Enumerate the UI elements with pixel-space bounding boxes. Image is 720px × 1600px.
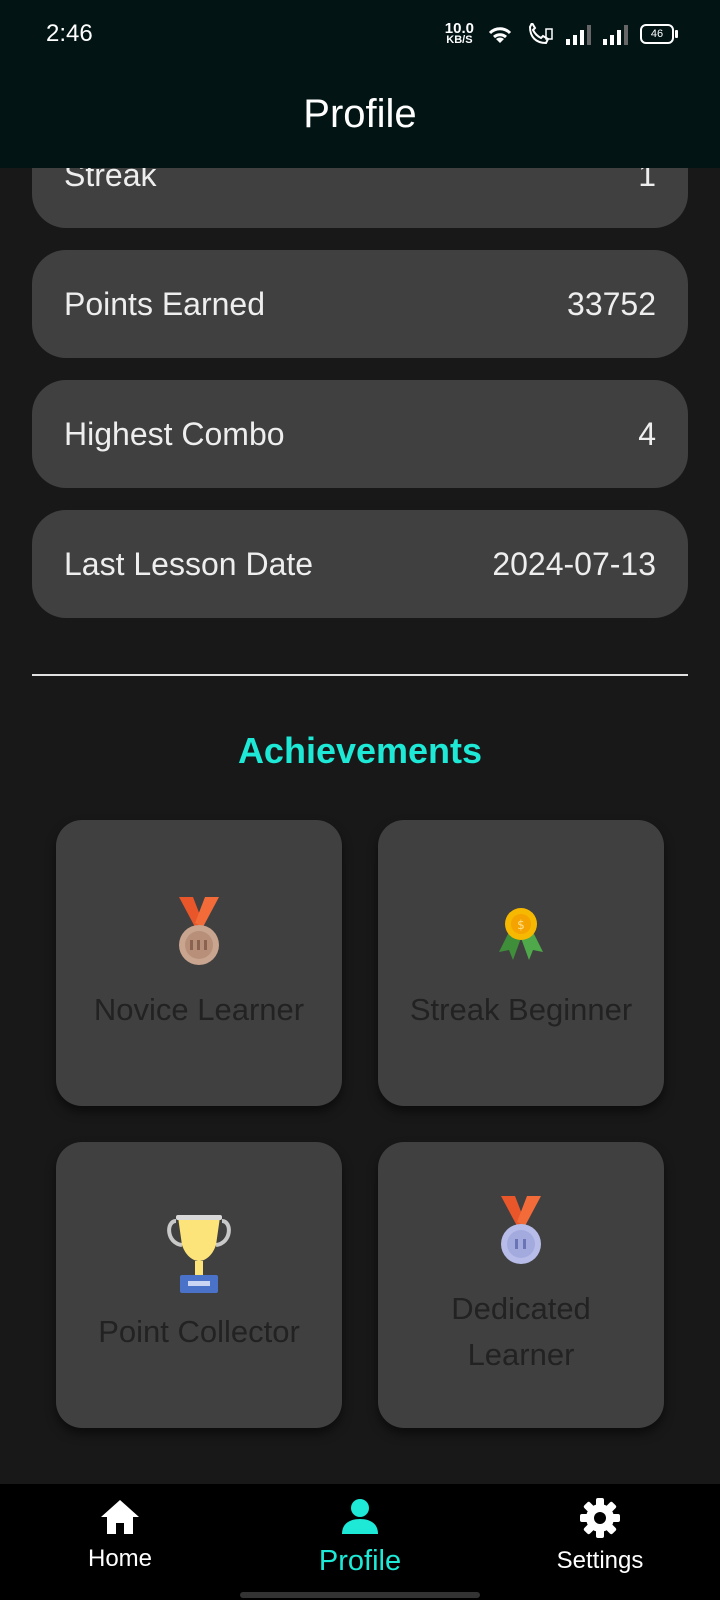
stat-value: 33752	[567, 285, 656, 322]
gold-rosette-icon: $	[481, 893, 561, 973]
stat-value: 4	[638, 415, 656, 452]
home-indicator[interactable]	[240, 1592, 480, 1598]
achievement-label: Streak Beginner	[409, 992, 633, 1027]
stat-label: Highest Combo	[64, 415, 285, 452]
trophy-icon	[159, 1215, 239, 1295]
signal-icon-sim2	[603, 23, 628, 45]
home-icon	[101, 1500, 139, 1534]
bottom-nav: Home Profile Settings	[0, 1484, 720, 1600]
status-bar: 2:46 10.0 KB/S 46	[0, 0, 720, 70]
gear-icon	[580, 1498, 620, 1538]
page-title: Profile	[303, 92, 417, 136]
stat-card-points-earned: Points Earned 33752	[32, 250, 688, 358]
nav-profile[interactable]: Profile	[260, 1498, 460, 1578]
achievement-card-novice-learner[interactable]: Novice Learner	[56, 820, 342, 1106]
net-speed: 10.0 KB/S	[444, 20, 474, 46]
nav-label: Profile	[318, 1545, 402, 1577]
nav-settings[interactable]: Settings	[500, 1498, 700, 1575]
battery-icon: 46	[640, 24, 678, 44]
stat-label: Last Lesson Date	[64, 545, 314, 582]
status-time: 2:46	[46, 20, 93, 47]
achievement-card-dedicated-learner[interactable]: Dedicated Learner	[378, 1142, 664, 1428]
achievement-label: Novice Learner	[93, 992, 305, 1027]
signal-icon-sim1	[566, 23, 591, 45]
stat-card-last-lesson-date: Last Lesson Date 2024-07-13	[32, 510, 688, 618]
achievement-label: Dedicated Learner	[451, 1291, 591, 1372]
nav-label: Settings	[556, 1547, 644, 1574]
nav-label: Home	[87, 1545, 153, 1572]
bronze-medal-icon	[159, 893, 239, 973]
person-icon	[342, 1499, 378, 1534]
svg-text:$: $	[517, 918, 525, 932]
wifi-icon	[488, 27, 512, 43]
achievement-label: Point Collector	[98, 1314, 300, 1349]
stat-value: 2024-07-13	[492, 545, 656, 582]
silver-medal-icon	[481, 1192, 561, 1272]
stat-label: Points Earned	[64, 285, 266, 322]
divider	[32, 674, 688, 676]
stat-card-highest-combo: Highest Combo 4	[32, 380, 688, 488]
achievement-card-streak-beginner[interactable]: $ Streak Beginner	[378, 820, 664, 1106]
nav-home[interactable]: Home	[20, 1498, 220, 1573]
wifi-calling-icon	[528, 23, 553, 45]
achievements-title: Achievements	[237, 730, 483, 771]
achievement-card-point-collector[interactable]: Point Collector	[56, 1142, 342, 1428]
status-icons: 10.0 KB/S 46	[444, 20, 678, 46]
app-bar: Profile	[0, 70, 720, 168]
